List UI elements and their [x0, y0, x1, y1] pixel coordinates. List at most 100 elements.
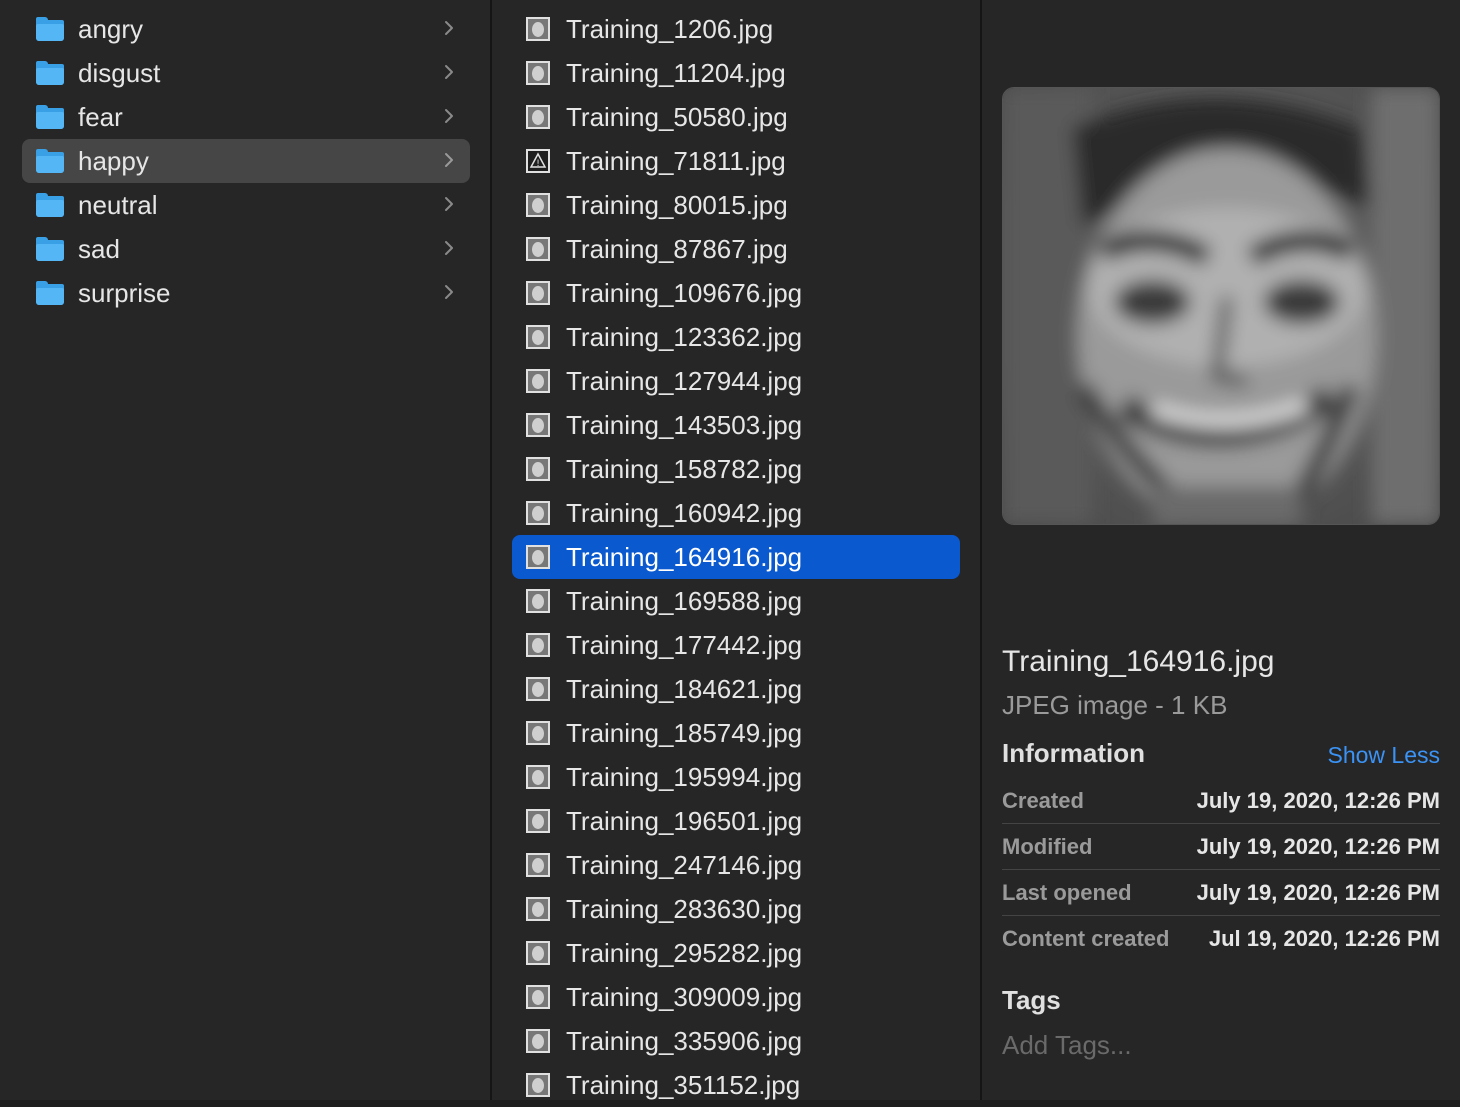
file-row[interactable]: Training_247146.jpg: [512, 843, 960, 887]
image-thumbnail-icon: [526, 61, 550, 85]
file-label: Training_143503.jpg: [566, 409, 803, 440]
file-label: Training_177442.jpg: [566, 629, 803, 660]
file-row[interactable]: Training_335906.jpg: [512, 1019, 960, 1063]
file-row[interactable]: Training_158782.jpg: [512, 447, 960, 491]
file-label: Training_127944.jpg: [566, 365, 803, 396]
warning-thumbnail-icon: !: [526, 149, 550, 173]
folder-row-sad[interactable]: sad: [22, 227, 470, 271]
folder-icon: [36, 193, 64, 217]
face-photo-preview: [1003, 88, 1439, 524]
image-thumbnail-icon: [526, 589, 550, 613]
file-row[interactable]: Training_309009.jpg: [512, 975, 960, 1019]
file-label: Training_1206.jpg: [566, 13, 774, 44]
info-value: July 19, 2020, 12:26 PM: [1196, 788, 1440, 813]
preview-filename: Training_164916.jpg: [1002, 645, 1275, 678]
image-thumbnail-icon: [526, 501, 550, 525]
folder-row-surprise[interactable]: surprise: [22, 271, 470, 315]
chevron-right-icon: [440, 18, 458, 38]
file-row[interactable]: Training_50580.jpg: [512, 95, 960, 139]
add-tags-input[interactable]: Add Tags...: [1002, 1030, 1132, 1061]
file-label: Training_50580.jpg: [566, 101, 788, 132]
info-value: Jul 19, 2020, 12:26 PM: [1208, 926, 1440, 951]
folder-row-neutral[interactable]: neutral: [22, 183, 470, 227]
file-label: Training_80015.jpg: [566, 189, 788, 220]
info-key: Created: [1002, 788, 1084, 813]
file-label: Training_196501.jpg: [566, 805, 803, 836]
file-label: Training_247146.jpg: [566, 849, 803, 880]
file-row[interactable]: Training_1206.jpg: [512, 7, 960, 51]
file-row[interactable]: Training_351152.jpg: [512, 1063, 960, 1107]
file-label: Training_87867.jpg: [566, 233, 788, 264]
folder-label: fear: [78, 101, 123, 132]
folder-label: disgust: [78, 57, 161, 88]
image-thumbnail-icon: [526, 17, 550, 41]
info-value: July 19, 2020, 12:26 PM: [1196, 880, 1440, 905]
file-row[interactable]: Training_160942.jpg: [512, 491, 960, 535]
image-thumbnail-icon: [526, 325, 550, 349]
file-column: Training_1206.jpg Training_11204.jpg Tra…: [492, 0, 980, 1100]
file-row[interactable]: Training_87867.jpg: [512, 227, 960, 271]
image-thumbnail-icon: [526, 281, 550, 305]
info-row-content-created: Content created Jul 19, 2020, 12:26 PM: [1002, 916, 1440, 962]
chevron-right-icon: [440, 106, 458, 126]
folder-label: neutral: [78, 189, 158, 220]
chevron-right-icon: [440, 194, 458, 214]
chevron-right-icon: [440, 62, 458, 82]
folder-icon: [36, 237, 64, 261]
show-less-link[interactable]: Show Less: [1327, 742, 1440, 769]
file-row[interactable]: Training_295282.jpg: [512, 931, 960, 975]
file-row[interactable]: Training_185749.jpg: [512, 711, 960, 755]
image-thumbnail-icon: [526, 1029, 550, 1053]
image-thumbnail-icon: [526, 897, 550, 921]
file-label: Training_109676.jpg: [566, 277, 803, 308]
folder-label: surprise: [78, 277, 171, 308]
folder-icon: [36, 61, 64, 85]
image-thumbnail-icon: [526, 809, 550, 833]
folder-row-happy[interactable]: happy: [22, 139, 470, 183]
folder-icon: [36, 17, 64, 41]
file-row[interactable]: Training_196501.jpg: [512, 799, 960, 843]
image-preview[interactable]: [1002, 87, 1440, 525]
info-key: Last opened: [1002, 880, 1132, 905]
file-row[interactable]: Training_195994.jpg: [512, 755, 960, 799]
image-thumbnail-icon: [526, 193, 550, 217]
file-label: Training_195994.jpg: [566, 761, 803, 792]
folder-icon: [36, 149, 64, 173]
tags-heading: Tags: [1002, 985, 1061, 1015]
folder-row-angry[interactable]: angry: [22, 7, 470, 51]
file-row[interactable]: Training_123362.jpg: [512, 315, 960, 359]
file-row[interactable]: ! Training_71811.jpg: [512, 139, 960, 183]
svg-text:!: !: [536, 159, 540, 169]
file-row[interactable]: Training_127944.jpg: [512, 359, 960, 403]
image-thumbnail-icon: [526, 721, 550, 745]
file-row[interactable]: Training_169588.jpg: [512, 579, 960, 623]
file-row[interactable]: Training_11204.jpg: [512, 51, 960, 95]
image-thumbnail-icon: [526, 853, 550, 877]
file-row[interactable]: Training_184621.jpg: [512, 667, 960, 711]
image-thumbnail-icon: [526, 545, 550, 569]
chevron-right-icon: [440, 238, 458, 258]
folder-label: happy: [78, 145, 149, 176]
file-row[interactable]: Training_109676.jpg: [512, 271, 960, 315]
folder-icon: [36, 281, 64, 305]
info-row-last-opened: Last opened July 19, 2020, 12:26 PM: [1002, 870, 1440, 916]
image-thumbnail-icon: [526, 237, 550, 261]
info-value: July 19, 2020, 12:26 PM: [1196, 834, 1440, 859]
file-label: Training_71811.jpg: [566, 145, 786, 176]
file-row[interactable]: Training_143503.jpg: [512, 403, 960, 447]
preview-column: Training_164916.jpg JPEG image - 1 KB In…: [982, 0, 1460, 1100]
file-row-selected[interactable]: Training_164916.jpg: [512, 535, 960, 579]
file-row[interactable]: Training_283630.jpg: [512, 887, 960, 931]
file-label: Training_351152.jpg: [566, 1069, 801, 1100]
image-thumbnail-icon: [526, 1073, 550, 1097]
file-row[interactable]: Training_80015.jpg: [512, 183, 960, 227]
image-thumbnail-icon: [526, 633, 550, 657]
folder-row-disgust[interactable]: disgust: [22, 51, 470, 95]
file-label: Training_185749.jpg: [566, 717, 803, 748]
information-heading: Information: [1002, 738, 1145, 768]
folder-row-fear[interactable]: fear: [22, 95, 470, 139]
folder-column: angry disgust fear happy neutral sad sur…: [0, 0, 490, 1100]
file-label: Training_11204.jpg: [566, 57, 786, 88]
file-label: Training_169588.jpg: [566, 585, 803, 616]
file-row[interactable]: Training_177442.jpg: [512, 623, 960, 667]
